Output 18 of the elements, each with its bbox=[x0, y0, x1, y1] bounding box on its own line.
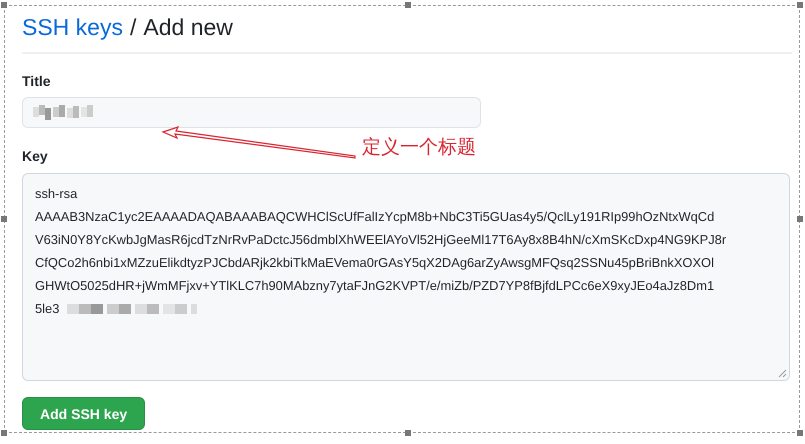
selection-handle[interactable] bbox=[797, 216, 803, 222]
selection-handle[interactable] bbox=[797, 430, 803, 436]
key-textarea-field[interactable]: ssh-rsa AAAAB3NzaC1yc2EAAAADAQABAAABAQCWHClScUfFalIzYcpM8b+NbC3Ti5GUas4y5/QclLy191RIp99hOzNtxWqCd V63iN0Y8YcKwbJgMasR6jcdTzNrRvPaDctcJ56dmblXhWEElAYoVl52HjGeeMl17T6Ay8x8B4hN/cXmSKcDxp4NG9KPJ8r CfQCo2h6nbi1xMZzuElikdtyzPJCbdARjk2kbiTkMaEVema0rGAsY5qX2DAg6arZyAwsgMFQsq2SSNu45pBriBnkXOXOl GHWtO5025dHR+jWmMFjxv+YTlKLC7h90MAbzny7ytaFJnG2KVPT/e/miZb/PZD7YP8fBjfdLPCc6eX9xyJEo4aJz8Dm1 5le3 bbox=[22, 173, 790, 381]
selection-handle[interactable] bbox=[1, 216, 7, 222]
selection-handle[interactable] bbox=[405, 430, 411, 436]
title-input-field[interactable] bbox=[22, 97, 481, 128]
ssh-keys-link[interactable]: SSH keys bbox=[22, 14, 123, 41]
add-ssh-key-button[interactable]: Add SSH key bbox=[22, 397, 146, 430]
selection-handle[interactable] bbox=[797, 2, 803, 8]
page-title: Add new bbox=[143, 14, 233, 41]
title-label: Title bbox=[22, 73, 51, 89]
resize-handle-icon[interactable] bbox=[778, 369, 787, 378]
selection-handle[interactable] bbox=[1, 430, 7, 436]
breadcrumb-separator: / bbox=[130, 14, 136, 41]
annotation-text: 定义一个标题 bbox=[362, 135, 476, 160]
selection-handle[interactable] bbox=[405, 2, 411, 8]
key-label: Key bbox=[22, 148, 48, 164]
selection-handle[interactable] bbox=[1, 2, 7, 8]
